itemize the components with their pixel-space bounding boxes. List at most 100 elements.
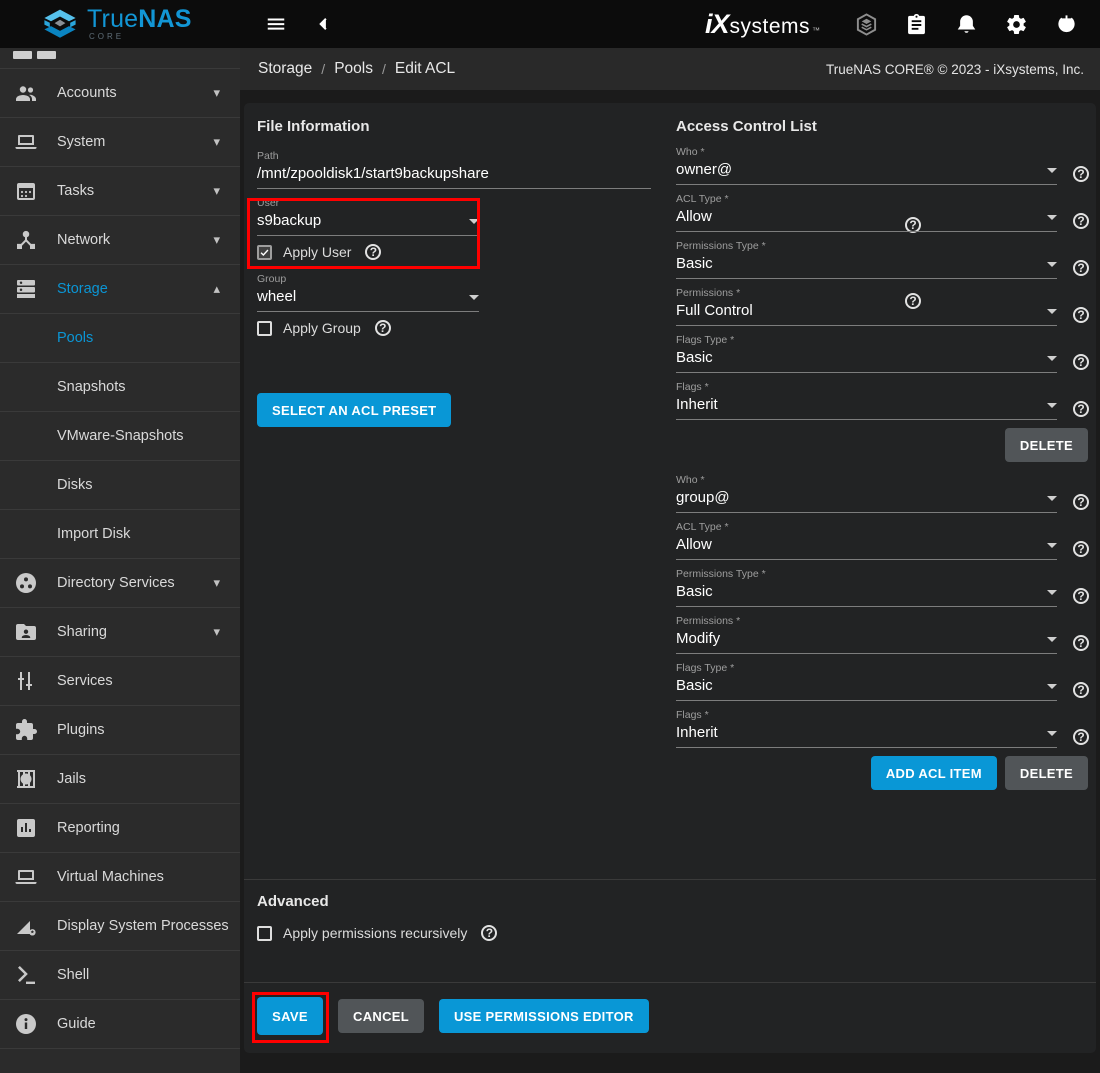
sidebar-item-system[interactable]: System▾ (0, 118, 240, 167)
help-icon[interactable]: ? (1073, 541, 1089, 557)
sidebar-item-accounts[interactable]: Accounts▾ (0, 69, 240, 118)
access-control-list-section: Access Control List Who *owner@? ACL Type… (676, 118, 1057, 790)
apply-group-checkbox[interactable] (257, 321, 272, 336)
delete-acl-entry-button[interactable]: DELETE (1005, 428, 1088, 462)
sidebar-item-guide[interactable]: Guide (0, 1000, 240, 1049)
help-icon[interactable]: ? (1073, 635, 1089, 651)
dropdown-arrow-icon (1047, 168, 1057, 173)
acl-who-select[interactable]: Who *owner@? (676, 146, 1057, 185)
power-icon[interactable] (1046, 4, 1086, 44)
sidebar-item-label: Reporting (57, 820, 226, 836)
sidebar-item-display-system-processes[interactable]: Display System Processes (0, 902, 240, 951)
sidebar-item-services[interactable]: Services (0, 657, 240, 706)
sidebar-item-label: Pools (57, 330, 240, 346)
select-acl-preset-button[interactable]: SELECT AN ACL PRESET (257, 393, 451, 427)
field-value: Inherit (676, 724, 718, 741)
sidebar-item-shell[interactable]: Shell (0, 951, 240, 1000)
sidebar-item-import-disk[interactable]: Import Disk (0, 510, 240, 559)
delete-acl-entry-button[interactable]: DELETE (1005, 756, 1088, 790)
help-icon[interactable]: ? (1073, 166, 1089, 182)
help-icon[interactable]: ? (481, 925, 497, 941)
user-select[interactable]: User s9backup ? (257, 197, 651, 236)
sidebar-item-storage[interactable]: Storage▴ (0, 265, 240, 314)
help-icon[interactable]: ? (1073, 354, 1089, 370)
sidebar-item-label: Display System Processes (57, 918, 229, 934)
sidebar-item-directory-services[interactable]: Directory Services▾ (0, 559, 240, 608)
sidebar-item-snapshots[interactable]: Snapshots (0, 363, 240, 412)
sidebar-item-sharing[interactable]: Sharing▾ (0, 608, 240, 657)
chevron-down-icon: ▾ (213, 183, 220, 199)
group-select[interactable]: Group wheel ? (257, 273, 651, 312)
settings-gear-icon[interactable] (996, 4, 1036, 44)
notifications-bell-icon[interactable] (946, 4, 986, 44)
sidebar-item-label: Snapshots (57, 379, 240, 395)
acl-permissions-type-select[interactable]: Permissions Type *Basic? (676, 568, 1057, 607)
help-icon[interactable]: ? (1073, 588, 1089, 604)
breadcrumb: Storage / Pools / Edit ACL (258, 60, 455, 78)
breadcrumb-storage[interactable]: Storage (258, 60, 312, 78)
help-icon[interactable]: ? (1073, 682, 1089, 698)
acl-flags-select[interactable]: Flags *Inherit? (676, 709, 1057, 748)
field-label: ACL Type * (676, 521, 1057, 533)
acl-flags-select[interactable]: Flags *Inherit? (676, 381, 1057, 420)
storage-icon (14, 277, 38, 301)
dropdown-arrow-icon (469, 219, 479, 224)
acl-permissions-select[interactable]: Permissions *Modify? (676, 615, 1057, 654)
acl-permissions-type-select[interactable]: Permissions Type *Basic? (676, 240, 1057, 279)
sidebar-item-label: Tasks (57, 183, 213, 199)
help-icon[interactable]: ? (375, 320, 391, 336)
sidebar-item-partial[interactable] (0, 48, 240, 69)
help-icon[interactable]: ? (1073, 213, 1089, 229)
apply-user-checkbox[interactable] (257, 245, 272, 260)
sidebar-item-virtual-machines[interactable]: Virtual Machines (0, 853, 240, 902)
sidebar-item-vmware-snapshots[interactable]: VMware-Snapshots (0, 412, 240, 461)
acl-who-select[interactable]: Who *group@? (676, 474, 1057, 513)
sidebar-item-pools[interactable]: Pools (0, 314, 240, 363)
sidebar-item-jails[interactable]: Jails (0, 755, 240, 804)
apply-group-label: Apply Group (283, 320, 361, 336)
truecommand-icon[interactable] (846, 4, 886, 44)
help-icon[interactable]: ? (365, 244, 381, 260)
sidebar-item-plugins[interactable]: Plugins (0, 706, 240, 755)
sidebar-item-label: VMware-Snapshots (57, 428, 240, 444)
acl-flags-type-select[interactable]: Flags Type *Basic? (676, 334, 1057, 373)
cancel-button[interactable]: CANCEL (338, 999, 424, 1033)
breadcrumb-pools[interactable]: Pools (334, 60, 373, 78)
help-icon[interactable]: ? (1073, 401, 1089, 417)
sidebar-item-label: Sharing (57, 624, 213, 640)
chevron-down-icon: ▾ (213, 575, 220, 591)
acl-title: Access Control List (676, 118, 1057, 135)
help-icon[interactable]: ? (1073, 307, 1089, 323)
acl-entry-buttons: DELETE (676, 428, 1088, 462)
acl-flags-type-select[interactable]: Flags Type *Basic? (676, 662, 1057, 701)
apply-recursively-checkbox[interactable] (257, 926, 272, 941)
truenas-logo[interactable]: TrueNAS CORE (0, 7, 240, 41)
save-button[interactable]: SAVE (257, 997, 323, 1035)
use-permissions-editor-button[interactable]: USE PERMISSIONS EDITOR (439, 999, 649, 1033)
sidebar-item-reporting[interactable]: Reporting (0, 804, 240, 853)
sidebar-item-network[interactable]: Network▾ (0, 216, 240, 265)
jails-icon (14, 767, 38, 791)
help-icon[interactable]: ? (1073, 494, 1089, 510)
dropdown-arrow-icon (469, 295, 479, 300)
apply-group-row: Apply Group ? (257, 320, 651, 336)
acl-acl-type-select[interactable]: ACL Type *Allow? (676, 193, 1057, 232)
path-input[interactable]: /mnt/zpooldisk1/start9backupshare (257, 165, 651, 189)
help-icon[interactable]: ? (1073, 260, 1089, 276)
edit-acl-card: File Information Path /mnt/zpooldisk1/st… (244, 103, 1096, 1053)
acl-permissions-select[interactable]: Permissions *Full Control? (676, 287, 1057, 326)
virtual-machines-icon (14, 865, 38, 889)
acl-acl-type-select[interactable]: ACL Type *Allow? (676, 521, 1057, 560)
task-manager-icon[interactable] (896, 4, 936, 44)
sidebar-item-tasks[interactable]: Tasks▾ (0, 167, 240, 216)
top-bar: TrueNAS CORE iXsystems™ (0, 0, 1100, 48)
form-actions: SAVE CANCEL USE PERMISSIONS EDITOR (244, 982, 1096, 1035)
back-chevron-icon[interactable] (304, 4, 344, 44)
help-icon[interactable]: ? (1073, 729, 1089, 745)
add-acl-item-button[interactable]: ADD ACL ITEM (871, 756, 997, 790)
dropdown-arrow-icon (1047, 309, 1057, 314)
apply-recursively-label: Apply permissions recursively (283, 925, 467, 941)
field-value: Modify (676, 630, 720, 647)
sidebar-item-disks[interactable]: Disks (0, 461, 240, 510)
menu-toggle-icon[interactable] (256, 4, 296, 44)
